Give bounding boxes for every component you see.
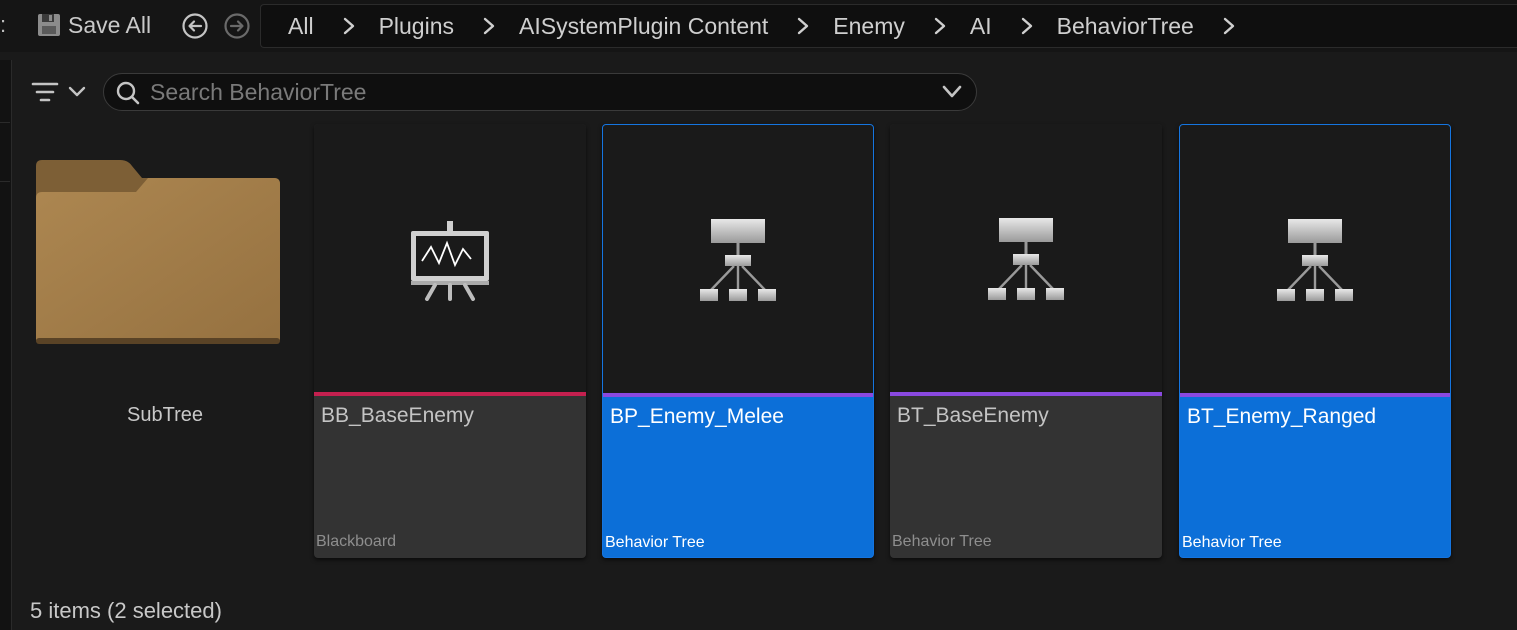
sources-panel-edge[interactable] [0, 60, 12, 630]
breadcrumb: All Plugins AISystemPlugin Content Enemy… [260, 4, 1517, 48]
status-item-count: 5 items (2 selected) [30, 598, 222, 623]
save-all-button[interactable]: Save All [36, 8, 151, 42]
asset-type-stripe [1180, 393, 1450, 397]
breadcrumb-all[interactable]: All [288, 13, 314, 40]
asset-tile-bt-enemy-ranged[interactable]: BT_Enemy_Ranged Behavior Tree [1179, 124, 1451, 558]
asset-type-label: Blackboard [316, 533, 397, 550]
asset-tile-bp-enemy-melee[interactable]: BP_Enemy_Melee Behavior Tree [602, 124, 874, 558]
asset-thumbnail [603, 125, 873, 393]
asset-type-label: Behavior Tree [1182, 534, 1282, 551]
save-all-label: Save All [68, 11, 152, 38]
chevron-right-icon[interactable] [482, 17, 496, 35]
save-icon [38, 14, 60, 36]
behavior-tree-icon [700, 219, 776, 301]
back-arrow-icon[interactable] [181, 12, 209, 40]
filter-icon [31, 82, 59, 102]
asset-name: BT_BaseEnemy [897, 404, 1049, 427]
asset-thumbnail [314, 124, 586, 392]
search-icon [116, 81, 140, 105]
asset-type-label: Behavior Tree [892, 533, 992, 550]
asset-tile-bt-baseenemy[interactable]: BT_BaseEnemy Behavior Tree [890, 124, 1162, 558]
folder-name: SubTree [127, 404, 203, 426]
asset-name: BB_BaseEnemy [321, 404, 474, 427]
behavior-tree-icon [988, 218, 1064, 300]
forward-arrow-icon[interactable] [223, 12, 251, 40]
behavior-tree-icon [1277, 219, 1353, 301]
asset-type-label: Behavior Tree [605, 534, 705, 551]
chevron-right-icon[interactable] [1020, 17, 1034, 35]
blackboard-icon [411, 221, 489, 301]
search-input[interactable] [150, 77, 920, 107]
asset-type-stripe [603, 393, 873, 397]
asset-thumbnail [1180, 125, 1450, 393]
folder-tile-subtree[interactable]: SubTree [30, 124, 300, 558]
search-box [103, 73, 977, 111]
chevron-down-icon [68, 86, 86, 97]
toolbar: : Save All All Plugins AISystemPlugin Co… [0, 0, 1517, 52]
filter-button[interactable] [30, 77, 88, 107]
chevron-down-icon[interactable] [942, 85, 962, 99]
breadcrumb-ai[interactable]: AI [970, 13, 992, 40]
toolbar-menu-dots[interactable]: : [0, 12, 6, 38]
folder-icon [36, 160, 280, 344]
chevron-right-icon[interactable] [933, 17, 947, 35]
asset-name: BT_Enemy_Ranged [1187, 405, 1377, 428]
asset-tile-bb-baseenemy[interactable]: BB_BaseEnemy Blackboard [314, 124, 586, 558]
asset-name: BP_Enemy_Melee [610, 405, 784, 428]
breadcrumb-enemy[interactable]: Enemy [833, 13, 905, 40]
breadcrumb-aisystemplugin-content[interactable]: AISystemPlugin Content [519, 13, 768, 40]
asset-type-stripe [890, 392, 1162, 396]
asset-type-stripe [314, 392, 586, 396]
chevron-right-icon[interactable] [342, 17, 356, 35]
breadcrumb-behaviortree[interactable]: BehaviorTree [1057, 13, 1194, 40]
breadcrumb-plugins[interactable]: Plugins [379, 13, 454, 40]
asset-thumbnail [890, 124, 1162, 392]
chevron-right-icon[interactable] [1222, 17, 1236, 35]
chevron-right-icon[interactable] [796, 17, 810, 35]
